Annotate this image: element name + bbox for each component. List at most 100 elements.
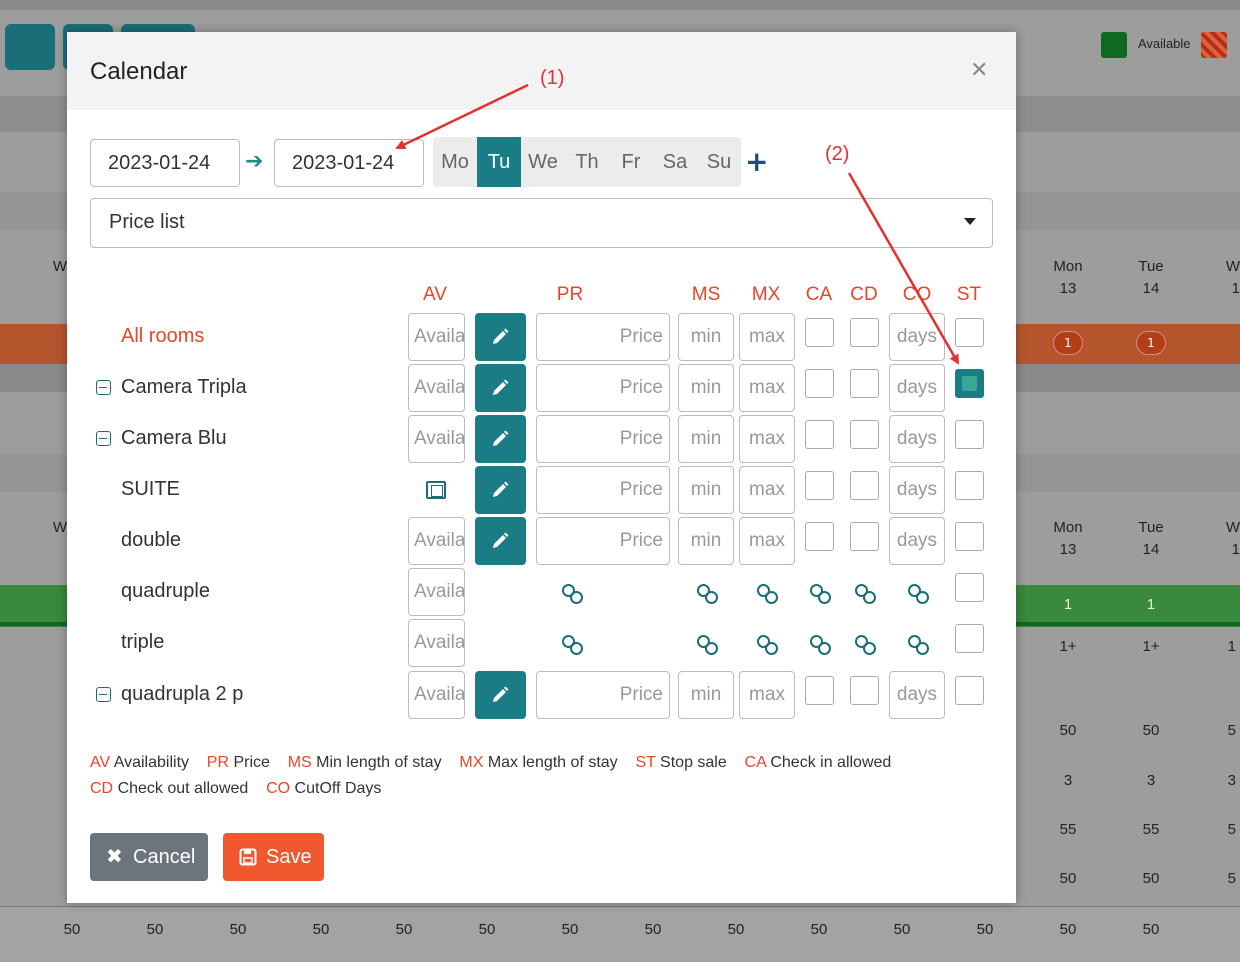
legend-abbr: CO xyxy=(266,780,291,797)
room-name: triple xyxy=(121,631,165,653)
legend-line-2: CD Check out allowed CO CutOff Days xyxy=(90,780,381,798)
stop-sale-checkbox[interactable] xyxy=(955,676,984,705)
min-stay-input[interactable]: min xyxy=(678,466,734,514)
expand-icon[interactable] xyxy=(426,481,446,499)
check-in-allowed-checkbox[interactable] xyxy=(805,676,834,705)
price-list-select[interactable]: Price list xyxy=(90,198,993,248)
stop-sale-checkbox[interactable] xyxy=(955,624,984,653)
check-in-allowed-checkbox[interactable] xyxy=(805,369,834,398)
edit-pencil-button[interactable] xyxy=(475,517,526,565)
min-stay-input[interactable]: min xyxy=(678,415,734,463)
weekday-tu[interactable]: Tu xyxy=(477,137,521,187)
availability-input[interactable]: Availability xyxy=(408,364,465,412)
collapse-minus-icon[interactable] xyxy=(96,380,111,395)
cutoff-days-input[interactable]: days xyxy=(889,517,945,565)
add-range-plus-icon[interactable]: + xyxy=(745,145,768,178)
price-input[interactable]: Price xyxy=(536,517,670,565)
stop-sale-checkbox[interactable] xyxy=(955,420,984,449)
cutoff-days-input[interactable]: days xyxy=(889,364,945,412)
stop-sale-checkbox[interactable] xyxy=(955,573,984,602)
weekday-su[interactable]: Su xyxy=(697,137,741,187)
col-header-ca: CA xyxy=(805,284,833,305)
stop-sale-checkbox[interactable] xyxy=(955,318,984,347)
price-input[interactable]: Price xyxy=(536,466,670,514)
cutoff-days-input[interactable]: days xyxy=(889,671,945,719)
max-stay-input[interactable]: max xyxy=(739,313,795,361)
price-input[interactable]: Price xyxy=(536,313,670,361)
max-stay-input[interactable]: max xyxy=(739,364,795,412)
room-name: All rooms xyxy=(121,325,205,347)
weekday-we[interactable]: We xyxy=(521,137,565,187)
weekday-th[interactable]: Th xyxy=(565,137,609,187)
bg-legend-available-swatch xyxy=(1101,32,1127,58)
check-out-allowed-checkbox[interactable] xyxy=(850,420,879,449)
check-in-allowed-checkbox[interactable] xyxy=(805,522,834,551)
availability-input[interactable]: Availability xyxy=(408,619,465,667)
link-icon xyxy=(757,584,778,604)
link-icon xyxy=(562,584,583,604)
save-button[interactable]: Save xyxy=(223,833,324,881)
edit-pencil-button[interactable] xyxy=(475,415,526,463)
availability-input[interactable]: Availability xyxy=(408,568,465,616)
weekday-sa[interactable]: Sa xyxy=(653,137,697,187)
bg-cell: 3 xyxy=(1146,772,1156,789)
legend-text: Price xyxy=(233,754,270,771)
availability-input[interactable]: Availability xyxy=(408,415,465,463)
bg-cell: 5 xyxy=(1227,821,1236,838)
max-stay-input[interactable]: max xyxy=(739,671,795,719)
close-icon[interactable]: ✕ xyxy=(970,58,988,83)
max-stay-input[interactable]: max xyxy=(739,466,795,514)
room-name: double xyxy=(121,529,182,551)
price-input[interactable]: Price xyxy=(536,415,670,463)
legend-text: CutOff Days xyxy=(294,780,382,797)
legend-abbr: MS xyxy=(287,754,312,771)
availability-input[interactable]: Availability xyxy=(408,313,465,361)
check-out-allowed-checkbox[interactable] xyxy=(850,676,879,705)
min-stay-input[interactable]: min xyxy=(678,517,734,565)
check-out-allowed-checkbox[interactable] xyxy=(850,369,879,398)
max-stay-input[interactable]: max xyxy=(739,415,795,463)
stop-sale-checkbox[interactable] xyxy=(955,471,984,500)
availability-input[interactable]: Availability xyxy=(408,671,465,719)
check-in-allowed-checkbox[interactable] xyxy=(805,318,834,347)
bg-bottom-cell: 50 xyxy=(395,921,413,938)
check-out-allowed-checkbox[interactable] xyxy=(850,318,879,347)
check-in-allowed-checkbox[interactable] xyxy=(805,471,834,500)
bg-bottom-cell: 50 xyxy=(63,921,81,938)
date-to-input[interactable]: 2023-01-24 xyxy=(274,139,424,187)
max-stay-input[interactable]: max xyxy=(739,517,795,565)
weekday-mo[interactable]: Mo xyxy=(433,137,477,187)
edit-pencil-button[interactable] xyxy=(475,364,526,412)
bg-legend-available-label: Available xyxy=(1138,36,1191,51)
cutoff-days-input[interactable]: days xyxy=(889,466,945,514)
bg-cell: 5 xyxy=(1227,870,1236,887)
stop-sale-checkbox[interactable] xyxy=(955,369,984,398)
min-stay-input[interactable]: min xyxy=(678,671,734,719)
bg-bottom-cell: 50 xyxy=(893,921,911,938)
edit-pencil-button[interactable] xyxy=(475,671,526,719)
check-out-allowed-checkbox[interactable] xyxy=(850,522,879,551)
weekday-fr[interactable]: Fr xyxy=(609,137,653,187)
price-input[interactable]: Price xyxy=(536,364,670,412)
min-stay-input[interactable]: min xyxy=(678,364,734,412)
cutoff-days-input[interactable]: days xyxy=(889,415,945,463)
check-out-allowed-checkbox[interactable] xyxy=(850,471,879,500)
cutoff-days-input[interactable]: days xyxy=(889,313,945,361)
price-input[interactable]: Price xyxy=(536,671,670,719)
legend-abbr: CA xyxy=(744,754,766,771)
stop-sale-checkbox[interactable] xyxy=(955,522,984,551)
bg-bottom-cell: 50 xyxy=(1059,921,1077,938)
date-from-input[interactable]: 2023-01-24 xyxy=(90,139,240,187)
cancel-button[interactable]: ✖ Cancel xyxy=(90,833,208,881)
check-in-allowed-checkbox[interactable] xyxy=(805,420,834,449)
bg-cell: 50 xyxy=(1142,870,1160,887)
edit-pencil-button[interactable] xyxy=(475,313,526,361)
availability-input[interactable]: Availability xyxy=(408,517,465,565)
min-stay-input[interactable]: min xyxy=(678,313,734,361)
collapse-minus-icon[interactable] xyxy=(96,431,111,446)
bg-bottom-cell: 50 xyxy=(312,921,330,938)
bg-bottom-cell: 50 xyxy=(644,921,662,938)
link-icon xyxy=(855,635,876,655)
edit-pencil-button[interactable] xyxy=(475,466,526,514)
collapse-minus-icon[interactable] xyxy=(96,687,111,702)
